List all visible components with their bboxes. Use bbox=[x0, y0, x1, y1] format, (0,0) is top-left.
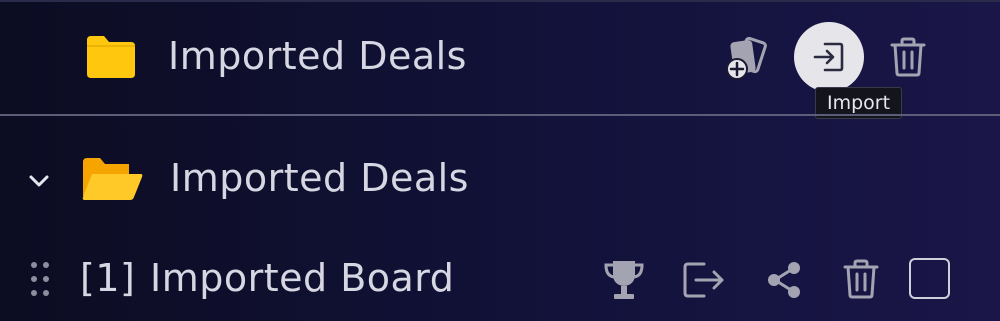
add-cards-icon[interactable] bbox=[722, 36, 774, 82]
trash-icon[interactable] bbox=[842, 258, 880, 300]
folder-name: Imported Deals bbox=[170, 156, 469, 200]
trophy-icon[interactable] bbox=[602, 258, 646, 302]
import-icon bbox=[811, 39, 847, 75]
import-button[interactable] bbox=[794, 22, 864, 92]
board-index: [1] bbox=[80, 256, 136, 300]
folder-row-open[interactable]: Imported Deals bbox=[0, 116, 1000, 236]
board-row[interactable]: [1] Imported Board bbox=[0, 236, 1000, 321]
board-name: Imported Board bbox=[150, 256, 455, 300]
folder-icon bbox=[84, 34, 138, 80]
share-icon[interactable] bbox=[765, 260, 803, 300]
trash-icon[interactable] bbox=[889, 36, 927, 78]
board-select-checkbox[interactable] bbox=[909, 258, 950, 299]
chevron-down-icon[interactable] bbox=[26, 168, 52, 194]
folder-open-icon bbox=[80, 156, 144, 202]
export-icon[interactable] bbox=[682, 260, 726, 300]
folder-name: Imported Deals bbox=[168, 34, 467, 78]
drag-handle-icon[interactable] bbox=[28, 260, 52, 298]
